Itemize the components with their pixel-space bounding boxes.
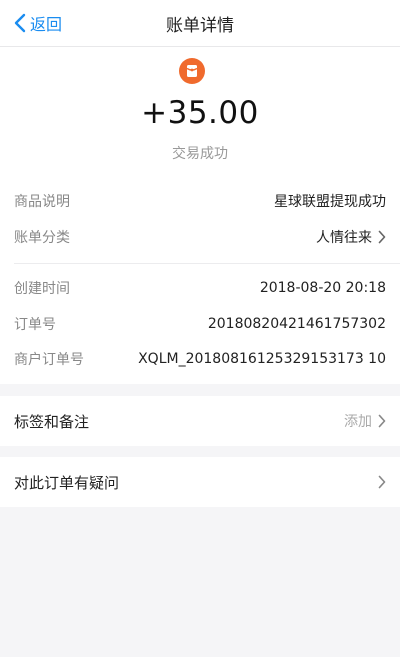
category-row[interactable]: 账单分类 人情往来	[14, 225, 386, 249]
tags-notes-label: 标签和备注	[14, 412, 90, 431]
nav-bar: 返回 账单详情	[0, 0, 400, 47]
transaction-status: 交易成功	[172, 146, 228, 162]
order-no-value: 20180820421461757302	[207, 316, 386, 332]
order-question-row[interactable]: 对此订单有疑问	[0, 457, 400, 507]
tags-add-label: 添加	[344, 414, 372, 430]
merchant-order-no-value: XQLM_20180816125329153173 10	[138, 351, 386, 367]
order-no-row: 订单号 20180820421461757302	[14, 312, 386, 336]
merchant-order-no-label: 商户订单号	[14, 352, 84, 368]
red-envelope-icon	[179, 58, 205, 84]
order-question-label: 对此订单有疑问	[14, 473, 120, 492]
bill-detail-card: +35.00 交易成功 商品说明 星球联盟提现成功 账单分类 人情往来 创建时间…	[0, 47, 400, 384]
tags-notes-row[interactable]: 标签和备注 添加	[0, 396, 400, 446]
product-desc-value: 星球联盟提现成功	[274, 194, 386, 210]
section-divider	[14, 263, 400, 264]
amount: +35.00	[141, 95, 259, 131]
order-no-label: 订单号	[14, 317, 56, 333]
page-title: 账单详情	[166, 16, 234, 36]
created-time-value: 2018-08-20 20:18	[259, 280, 386, 296]
tags-add-wrap: 添加	[344, 411, 386, 431]
created-time-label: 创建时间	[14, 281, 70, 297]
category-value-wrap: 人情往来	[316, 227, 386, 247]
category-label: 账单分类	[14, 230, 70, 246]
created-time-row: 创建时间 2018-08-20 20:18	[14, 276, 386, 300]
chevron-right-icon	[378, 414, 386, 428]
order-question-chevron-wrap	[372, 475, 386, 489]
category-value: 人情往来	[316, 230, 372, 246]
product-desc-row: 商品说明 星球联盟提现成功	[14, 189, 386, 213]
chevron-right-icon	[378, 475, 386, 489]
product-desc-label: 商品说明	[14, 194, 70, 210]
merchant-order-no-row: 商户订单号 XQLM_20180816125329153173 10	[14, 347, 386, 371]
chevron-right-icon	[378, 230, 386, 244]
